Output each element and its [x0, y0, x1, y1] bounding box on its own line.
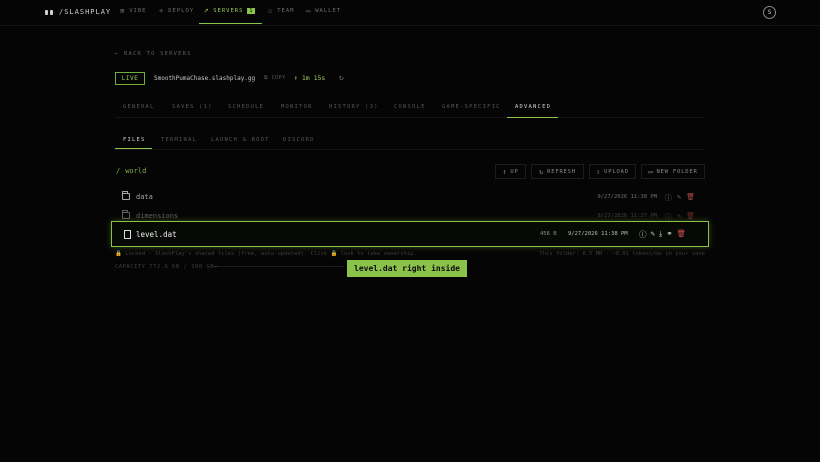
row-actions: ⓘ ✎ 🗑︎: [665, 193, 695, 203]
refresh-button[interactable]: ↻ REFRESH: [531, 164, 584, 179]
restart-icon[interactable]: ↻: [339, 73, 344, 82]
file-name: level.dat: [136, 230, 177, 239]
file-date: 9/27/2026 11:38 PM: [597, 194, 657, 200]
nav-item-servers[interactable]: ➚ SERVERS 1: [204, 7, 256, 15]
trash-icon[interactable]: 🗑︎: [686, 193, 695, 203]
tab-console[interactable]: CONSOLE: [394, 104, 426, 110]
user-avatar[interactable]: S: [763, 6, 776, 19]
nav-item-vibe[interactable]: ⊞ VIBE: [120, 7, 147, 15]
arrow-up-icon: ↑: [502, 167, 508, 176]
download-icon[interactable]: ⤓: [659, 229, 662, 240]
folder-icon: [122, 210, 130, 219]
file-row-data[interactable]: data 9/27/2026 11:38 PM ⓘ ✎ 🗑︎: [115, 189, 705, 207]
slashplay-logo-icon: [45, 9, 53, 15]
new-folder-label: NEW FOLDER: [656, 168, 698, 175]
refresh-icon: ↻: [539, 167, 545, 176]
upload-label: UPLOAD: [604, 168, 629, 175]
wallet-icon: ▭: [306, 7, 312, 15]
folder-icon: [122, 191, 130, 200]
file-name: data: [136, 193, 153, 201]
info-icon[interactable]: ⓘ: [639, 229, 647, 240]
up-label: UP: [510, 168, 519, 175]
brand[interactable]: /SLASHPLAY: [45, 8, 111, 16]
subtab-discord[interactable]: DISCORD: [283, 137, 315, 143]
grid-icon: ⊞: [120, 7, 126, 15]
file-name: dimensions: [136, 212, 179, 220]
copy-label: COPY: [271, 75, 286, 81]
edit-icon[interactable]: ✎: [651, 229, 656, 240]
people-icon: ⚇: [268, 7, 274, 15]
tab-history[interactable]: HISTORY (3): [329, 104, 379, 110]
folder-size-info: This folder: 6.5 MB · ~0.01 tokens/mo in…: [539, 251, 705, 257]
subtab-active-indicator: [115, 148, 152, 149]
subtab-files[interactable]: FILES: [123, 137, 146, 143]
file-size: 456 B: [540, 231, 557, 237]
live-status-badge: LIVE: [115, 72, 145, 85]
file-date: 9/27/2026 11:38 PM: [568, 231, 628, 237]
tutorial-callout: level.dat right inside: [347, 260, 467, 277]
brand-label: /SLASHPLAY: [59, 8, 112, 16]
tab-game-specific[interactable]: GAME-SPECIFIC: [442, 104, 501, 110]
tab-schedule[interactable]: SCHEDULE: [228, 104, 264, 110]
nav-item-team[interactable]: ⚇ TEAM: [268, 7, 295, 15]
upload-icon: ⇪: [596, 167, 602, 176]
back-to-servers-link[interactable]: ← BACK TO SERVERS: [115, 51, 192, 57]
up-button[interactable]: ↑ UP: [495, 164, 526, 179]
link-icon[interactable]: ⚭: [666, 229, 672, 240]
subtab-launch-boot[interactable]: LAUNCH & BOOT: [211, 137, 270, 143]
top-nav: /SLASHPLAY ⊞ VIBE + DEPLOY ➚ SERVERS 1 ⚇…: [0, 0, 820, 26]
edit-icon[interactable]: ✎: [677, 193, 681, 203]
nav-wallet-label: WALLET: [315, 8, 342, 14]
nav-servers-label: SERVERS: [213, 8, 244, 14]
capacity-bar: [214, 266, 344, 267]
tab-saves[interactable]: SAVES (1): [172, 104, 213, 110]
nav-item-wallet[interactable]: ▭ WALLET: [306, 7, 342, 15]
tab-general[interactable]: GENERAL: [123, 104, 155, 110]
server-tabs: GENERAL SAVES (1) SCHEDULE MONITOR HISTO…: [115, 98, 705, 118]
trash-icon[interactable]: 🗑︎: [677, 229, 687, 240]
folder-plus-icon: ▭: [648, 167, 654, 176]
path-root[interactable]: /: [116, 167, 120, 175]
file-icon: [124, 230, 131, 239]
info-icon[interactable]: ⓘ: [665, 193, 672, 203]
uptime-timer: ↑ 1m 15s: [294, 74, 326, 82]
row-actions: ⓘ ✎ ⤓ ⚭ 🗑︎: [639, 229, 686, 240]
plus-icon: +: [159, 7, 165, 15]
path-current[interactable]: world: [125, 167, 146, 175]
subtab-terminal[interactable]: TERMINAL: [161, 137, 197, 143]
file-date: 9/27/2026 11:37 PM: [597, 213, 657, 219]
server-domain: SmoothPumaChase.slashplay.gg: [154, 75, 256, 82]
breadcrumb: / world: [116, 167, 146, 175]
nav-team-label: TEAM: [277, 8, 295, 14]
nav-active-indicator: [199, 23, 262, 24]
nav-item-deploy[interactable]: + DEPLOY: [159, 7, 195, 15]
upload-button[interactable]: ⇪ UPLOAD: [589, 164, 636, 179]
locked-note: 🔒 Locked · SlashPlay's shared files (fre…: [115, 251, 417, 257]
capacity-bar-fill: [214, 266, 217, 267]
servers-count-badge: 1: [247, 8, 256, 14]
capacity-label: CAPACITY 772.6 KB / 100 GB: [115, 264, 215, 270]
copy-icon: ⧉: [264, 75, 269, 81]
refresh-label: REFRESH: [547, 168, 576, 175]
tab-active-indicator: [507, 117, 558, 118]
nav-deploy-label: DEPLOY: [168, 8, 195, 14]
file-row-level-dat[interactable]: level.dat 456 B 9/27/2026 11:38 PM ⓘ ✎ ⤓…: [111, 221, 709, 247]
tab-monitor[interactable]: MONITOR: [281, 104, 313, 110]
new-folder-button[interactable]: ▭ NEW FOLDER: [641, 164, 705, 179]
rocket-icon: ➚: [204, 7, 210, 15]
advanced-subtabs: FILES TERMINAL LAUNCH & BOOT DISCORD: [115, 131, 705, 150]
tab-advanced[interactable]: ADVANCED: [515, 104, 551, 110]
copy-domain-button[interactable]: ⧉ COPY: [264, 75, 286, 81]
nav-vibe-label: VIBE: [129, 8, 147, 14]
